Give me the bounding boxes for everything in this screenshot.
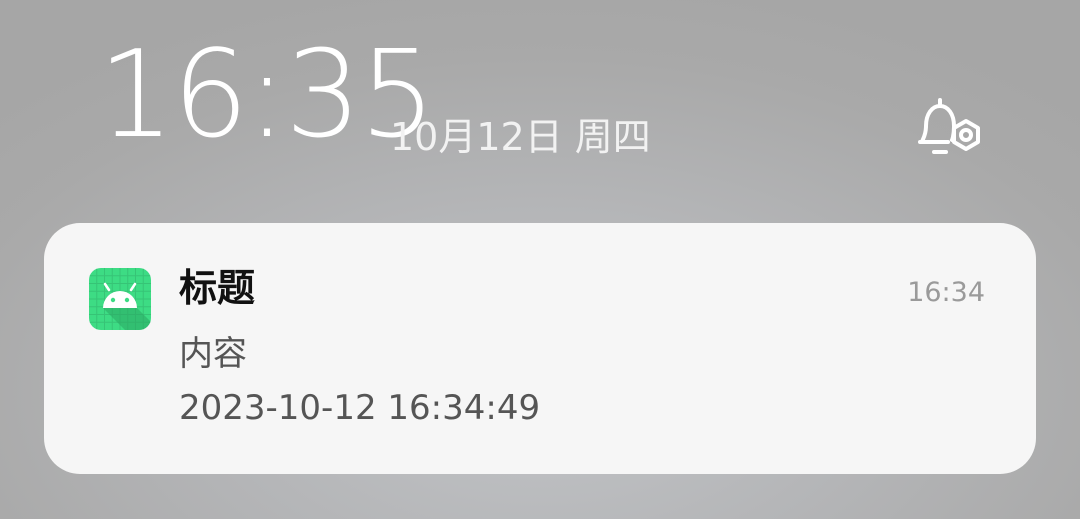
notification-body: 内容 <box>179 334 247 374</box>
lock-screen: { "lockscreen": { "time": "16:35", "date… <box>0 0 1080 519</box>
notification-title: 标题 <box>179 266 256 310</box>
notification-card[interactable]: 标题 16:34 内容 2023-10-12 16:34:49 <box>44 223 1036 474</box>
notification-time: 16:34 <box>907 277 985 308</box>
notification-timestamp: 2023-10-12 16:34:49 <box>179 388 541 428</box>
android-app-icon <box>89 268 151 330</box>
lock-clock: 16:35 <box>98 26 436 165</box>
lock-date: 10月12日 周四 <box>390 115 651 159</box>
bell-settings-icon[interactable] <box>912 96 992 166</box>
